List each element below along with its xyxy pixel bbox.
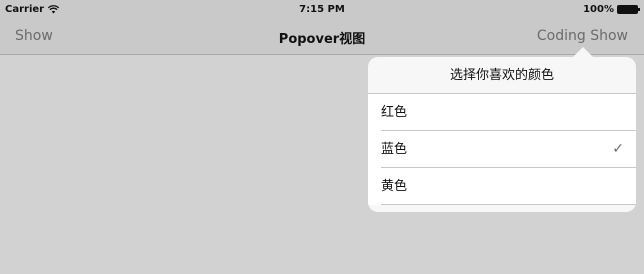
color-item-red[interactable]: 红色 (368, 94, 636, 131)
battery-group: 100% (583, 4, 640, 15)
navigation-bar: Show Popover视图 Coding Show (0, 20, 644, 55)
color-item-label: 红色 (381, 105, 408, 120)
color-popover: 选择你喜欢的颜色 红色 蓝色 ✓ 黄色 (368, 57, 636, 212)
battery-percent: 100% (583, 4, 614, 15)
checkmark-icon: ✓ (612, 141, 624, 157)
popover-title: 选择你喜欢的颜色 (368, 57, 636, 94)
battery-icon (617, 5, 640, 14)
color-item-label: 蓝色 (381, 142, 408, 157)
status-time: 7:15 PM (299, 4, 345, 15)
color-list: 红色 蓝色 ✓ 黄色 (368, 94, 636, 205)
color-item-yellow[interactable]: 黄色 (368, 168, 636, 205)
status-bar: Carrier 7:15 PM 100% (0, 0, 644, 20)
color-item-blue[interactable]: 蓝色 ✓ (368, 131, 636, 168)
color-item-label: 黄色 (381, 179, 408, 194)
coding-show-button[interactable]: Coding Show (537, 28, 628, 44)
